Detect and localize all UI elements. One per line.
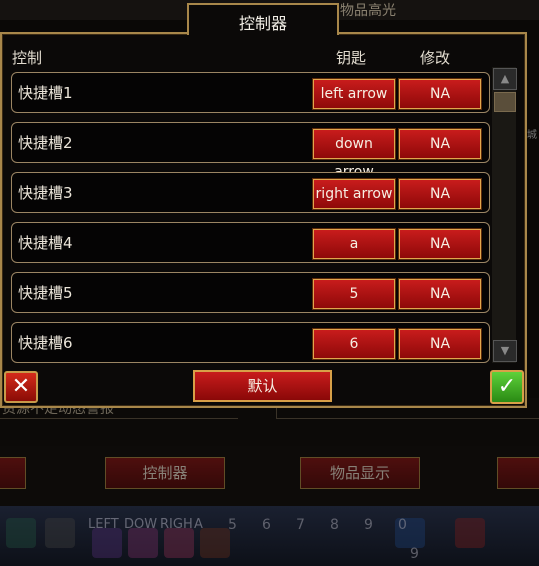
modify-button[interactable]: NA: [399, 179, 481, 209]
hotbar-slot-number: 7: [296, 517, 305, 533]
slot-label: 快捷槽2: [18, 134, 73, 152]
hotbar-skill-icon[interactable]: [200, 528, 230, 558]
hotbar-skill-icon[interactable]: [92, 528, 122, 558]
background-tabs-row: [0, 446, 539, 506]
slot-label: 快捷槽3: [18, 184, 73, 202]
keybind-row: 快捷槽1 left arrow NA: [11, 72, 490, 113]
slot-label: 快捷槽4: [18, 234, 73, 252]
hotbar-slot-number: 6: [262, 517, 271, 533]
modify-button[interactable]: NA: [399, 279, 481, 309]
dialog-title: 控制器: [238, 14, 287, 33]
hotbar-key-label: DOW: [124, 517, 158, 532]
hotbar-slot-number: 9: [410, 546, 419, 562]
key-button[interactable]: down arrow: [313, 129, 395, 180]
hotbar-slot-number: 8: [330, 517, 339, 533]
slot-label: 快捷槽6: [18, 334, 73, 352]
key-button[interactable]: right arrow: [313, 179, 395, 209]
hotbar-skill-icon[interactable]: [45, 518, 75, 548]
modify-button[interactable]: NA: [399, 79, 481, 109]
scrollbar-thumb[interactable]: [494, 92, 516, 112]
hotbar-slot-number: 5: [228, 517, 237, 533]
scroll-down-icon[interactable]: ▼: [493, 340, 517, 362]
keybind-row: 快捷槽4 a NA: [11, 222, 490, 263]
hotbar-key-label: LEFT: [88, 517, 119, 532]
slot-label: 快捷槽5: [18, 284, 73, 302]
modify-button[interactable]: NA: [399, 329, 481, 359]
header-key: 钥匙: [336, 49, 367, 67]
hotbar-slot-number: 0: [398, 517, 407, 533]
key-button[interactable]: a: [313, 229, 395, 259]
bg-left-edge-button[interactable]: [0, 457, 26, 489]
header-control: 控制: [12, 49, 43, 67]
default-button[interactable]: 默认: [193, 370, 332, 402]
checkmark-icon: ✓: [497, 374, 517, 399]
hotbar-skill-icon[interactable]: [128, 528, 158, 558]
hotbar-skill-icon[interactable]: [164, 528, 194, 558]
hotbar-key-label: A: [194, 517, 203, 532]
item-highlight-label: 物品高光: [340, 3, 396, 19]
modify-button[interactable]: NA: [399, 229, 481, 259]
key-button[interactable]: left arrow: [313, 79, 395, 109]
item-display-tab-button[interactable]: 物品显示: [300, 457, 420, 489]
bg-right-edge-button[interactable]: [497, 457, 539, 489]
hotbar-slot-number: 9: [364, 517, 373, 533]
hotbar-key-label: RIGH: [160, 517, 193, 532]
key-button[interactable]: 5: [313, 279, 395, 309]
keybind-row: 快捷槽6 6 NA: [11, 322, 490, 363]
controller-dialog: 控制 钥匙 修改 快捷槽1 left arrow NA 快捷槽2 down ar…: [0, 32, 527, 408]
confirm-button[interactable]: ✓: [490, 370, 524, 404]
keybind-row: 快捷槽2 down arrow NA: [11, 122, 490, 180]
keybind-row: 快捷槽3 right arrow NA: [11, 172, 490, 213]
controller-tab-button[interactable]: 控制器: [105, 457, 225, 489]
side-label: 城: [527, 130, 537, 141]
keybind-row: 快捷槽5 5 NA: [11, 272, 490, 313]
header-modify: 修改: [420, 49, 451, 67]
key-button[interactable]: 6: [313, 329, 395, 359]
slot-label: 快捷槽1: [18, 84, 73, 102]
hotbar-search-icon[interactable]: [6, 518, 36, 548]
dialog-title-tab: 控制器: [187, 3, 339, 35]
hotbar-skill-icon[interactable]: [455, 518, 485, 548]
modify-button[interactable]: NA: [399, 129, 481, 159]
scroll-up-icon[interactable]: ▲: [493, 68, 517, 90]
close-x-icon: ✕: [11, 374, 31, 399]
close-button[interactable]: ✕: [4, 371, 38, 403]
